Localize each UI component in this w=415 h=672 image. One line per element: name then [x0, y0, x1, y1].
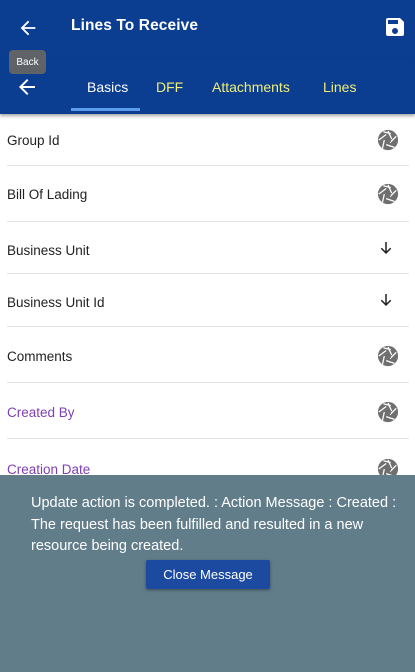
basics-form: Group Id Bill Of Lading Business Unit Bu…: [0, 114, 415, 494]
field-created-by[interactable]: Created By: [7, 383, 409, 439]
field-label: Comments: [7, 349, 73, 364]
camera-shutter-icon[interactable]: [377, 401, 399, 423]
field-comments[interactable]: Comments: [7, 327, 409, 383]
tab-attachments[interactable]: Attachments: [212, 79, 290, 95]
close-message-button[interactable]: Close Message: [146, 560, 270, 589]
camera-shutter-icon[interactable]: [377, 183, 399, 205]
field-label: Group Id: [7, 133, 60, 148]
field-business-unit[interactable]: Business Unit: [7, 222, 409, 274]
camera-shutter-icon[interactable]: [377, 345, 399, 367]
arrow-left-icon: [20, 20, 36, 36]
field-group-id[interactable]: Group Id: [7, 114, 409, 166]
field-business-unit-id[interactable]: Business Unit Id: [7, 274, 409, 327]
arrow-left-icon: [19, 79, 35, 95]
action-message: Update action is completed. : Action Mes…: [31, 495, 397, 554]
arrow-down-icon[interactable]: [377, 291, 395, 309]
field-label: Business Unit: [7, 243, 90, 258]
message-panel: Update action is completed. : Action Mes…: [0, 475, 415, 672]
tab-lines[interactable]: Lines: [323, 79, 356, 95]
app-header: Lines To Receive: [0, 0, 415, 57]
camera-shutter-icon[interactable]: [377, 129, 399, 151]
field-label: Bill Of Lading: [7, 187, 88, 202]
field-bill-of-lading[interactable]: Bill Of Lading: [7, 166, 409, 222]
tab-back-button[interactable]: [15, 75, 39, 99]
floppy-disk-icon: [386, 18, 404, 36]
page-title: Lines To Receive: [71, 17, 199, 34]
tab-dff[interactable]: DFF: [156, 79, 183, 95]
active-tab-indicator: [71, 108, 140, 111]
back-button[interactable]: [14, 14, 42, 42]
tab-bar: Basics DFF Attachments Lines: [0, 57, 415, 114]
tab-basics[interactable]: Basics: [87, 79, 128, 95]
field-label: Created By: [7, 405, 75, 420]
field-label: Business Unit Id: [7, 295, 105, 310]
back-tooltip: Back: [9, 50, 46, 74]
save-button[interactable]: [383, 15, 407, 39]
arrow-down-icon[interactable]: [377, 239, 395, 257]
